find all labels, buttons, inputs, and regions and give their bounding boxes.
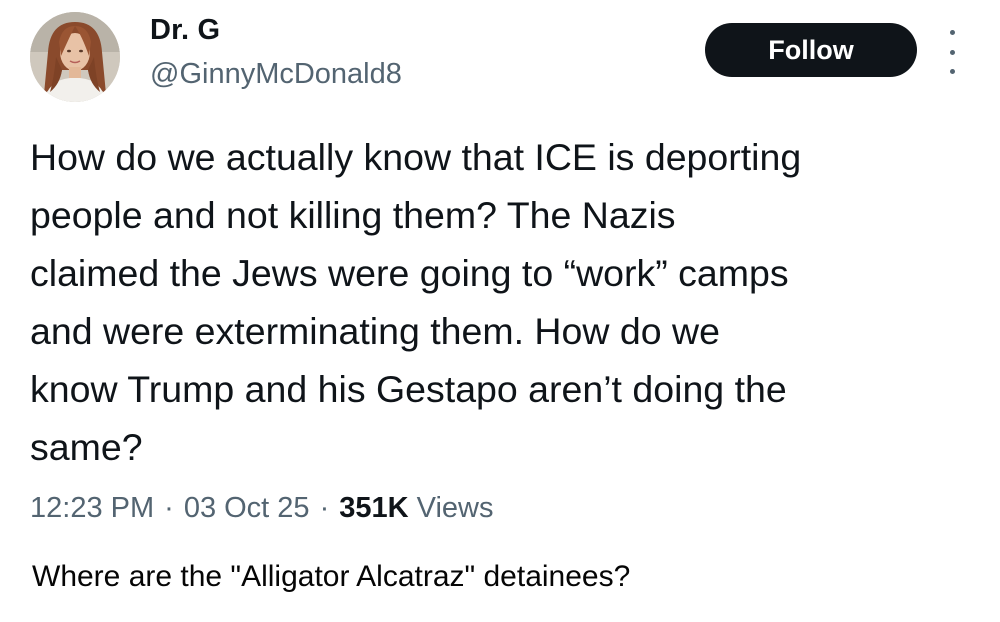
tweet-date[interactable]: 03 Oct 25 bbox=[184, 492, 310, 524]
more-dot bbox=[949, 49, 955, 55]
tweet-metadata: 12:23 PM · 03 Oct 25 · 351K Views bbox=[30, 492, 493, 525]
more-vertical-icon[interactable] bbox=[940, 30, 964, 74]
views-count[interactable]: 351K bbox=[339, 492, 408, 524]
tweet-card: Dr. G @GinnyMcDonald8 Follow How do we a… bbox=[0, 0, 1000, 545]
avatar[interactable] bbox=[30, 12, 120, 102]
post-caption: Where are the "Alligator Alcatraz" detai… bbox=[32, 560, 631, 593]
views-label: Views bbox=[416, 492, 494, 524]
more-dot bbox=[949, 69, 955, 74]
tweet-time[interactable]: 12:23 PM bbox=[30, 492, 154, 524]
meta-separator: · bbox=[319, 492, 330, 524]
tweet-text: How do we actually know that ICE is depo… bbox=[30, 136, 802, 468]
author-display-name[interactable]: Dr. G bbox=[150, 14, 220, 47]
avatar-image bbox=[30, 12, 120, 102]
author-handle[interactable]: @GinnyMcDonald8 bbox=[150, 58, 402, 91]
more-dot bbox=[949, 30, 955, 35]
follow-button[interactable]: Follow bbox=[705, 23, 917, 77]
meta-separator: · bbox=[164, 492, 174, 524]
